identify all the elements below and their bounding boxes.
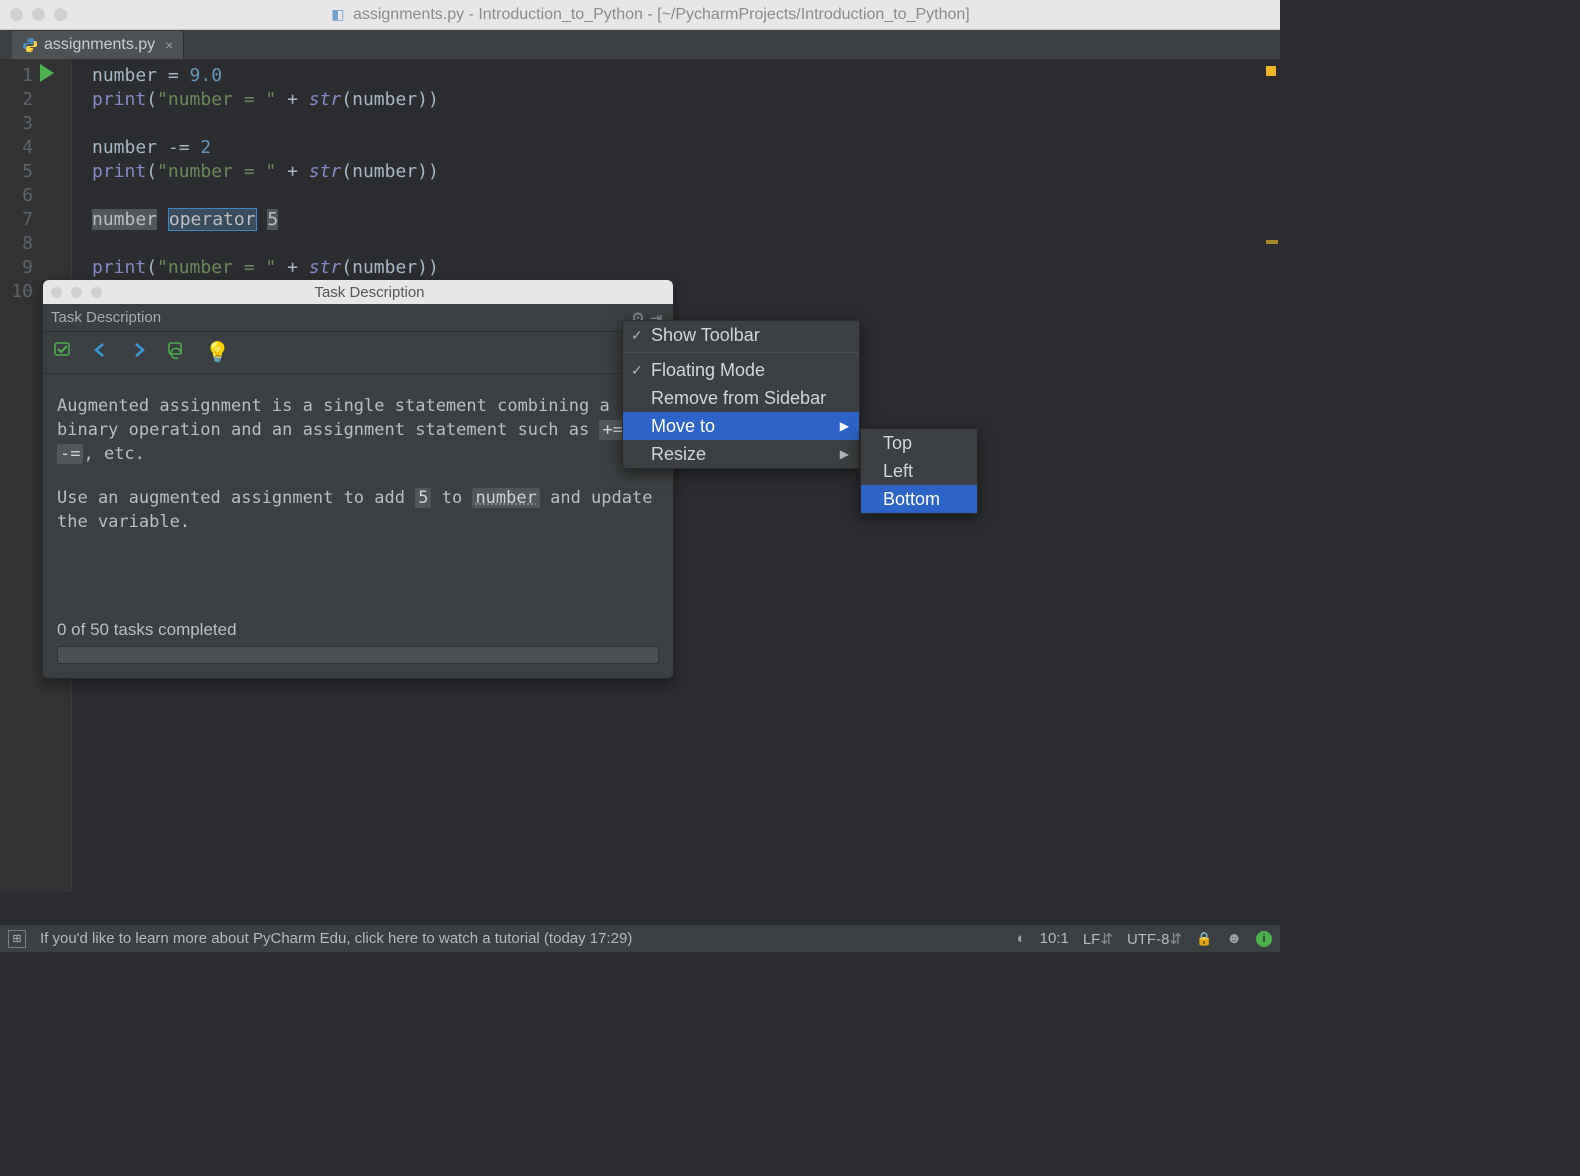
checkmark-icon: ✓ bbox=[631, 327, 643, 344]
tab-label: assignments.py bbox=[44, 36, 155, 54]
submenu-arrow-icon: ▶ bbox=[840, 419, 849, 433]
run-gutter-icon[interactable] bbox=[40, 64, 54, 82]
inspection-marker[interactable] bbox=[1266, 66, 1276, 76]
panel-min-icon[interactable] bbox=[71, 287, 82, 298]
panel-close-icon[interactable] bbox=[51, 287, 62, 298]
reset-task-icon[interactable] bbox=[167, 340, 187, 366]
progress-label: 0 of 50 tasks completed bbox=[57, 620, 659, 640]
tool-window-context-menu[interactable]: ✓ Show Toolbar ✓ Floating Mode Remove fr… bbox=[622, 320, 860, 469]
prev-task-icon[interactable] bbox=[91, 340, 111, 366]
close-window-icon[interactable] bbox=[10, 8, 23, 21]
task-panel-titlebar[interactable]: Task Description bbox=[43, 280, 673, 304]
window-title: ◧ assignments.py - Introduction_to_Pytho… bbox=[81, 6, 1280, 24]
status-tip[interactable]: If you'd like to learn more about PyChar… bbox=[40, 930, 632, 947]
panel-zoom-icon[interactable] bbox=[91, 287, 102, 298]
menu-floating-mode[interactable]: ✓ Floating Mode bbox=[623, 356, 859, 384]
submenu-left[interactable]: Left bbox=[861, 457, 977, 485]
python-file-icon: ◧ bbox=[331, 6, 344, 22]
task-toolbar: 💡 bbox=[43, 332, 673, 374]
move-to-submenu[interactable]: Top Left Bottom bbox=[860, 428, 978, 514]
panel-traffic-lights[interactable] bbox=[51, 287, 102, 298]
editor-tab-bar: assignments.py × bbox=[0, 30, 1280, 60]
placeholder-value[interactable]: 5 bbox=[267, 209, 278, 230]
submenu-top[interactable]: Top bbox=[861, 429, 977, 457]
status-line-sep[interactable]: LF⇵ bbox=[1083, 930, 1113, 948]
submenu-bottom[interactable]: Bottom bbox=[861, 485, 977, 513]
tab-assignments-py[interactable]: assignments.py × bbox=[12, 31, 184, 59]
inspector-icon[interactable]: ☻ bbox=[1226, 930, 1242, 947]
hint-icon[interactable]: 💡 bbox=[205, 340, 230, 365]
python-icon bbox=[22, 37, 38, 53]
task-footer: 0 of 50 tasks completed bbox=[43, 610, 673, 678]
status-ok-icon[interactable]: i bbox=[1256, 931, 1272, 947]
status-encoding[interactable]: UTF-8⇵ bbox=[1127, 930, 1182, 948]
menu-remove-sidebar[interactable]: Remove from Sidebar bbox=[623, 384, 859, 412]
toolwindow-toggle-icon[interactable]: ⊞ bbox=[8, 930, 26, 948]
menu-show-toolbar[interactable]: ✓ Show Toolbar bbox=[623, 321, 859, 349]
menu-separator bbox=[623, 352, 859, 353]
task-body: Augmented assignment is a single stateme… bbox=[43, 374, 673, 610]
close-tab-icon[interactable]: × bbox=[165, 37, 173, 53]
progress-bar bbox=[57, 646, 659, 664]
placeholder-operator[interactable]: operator bbox=[168, 208, 257, 231]
check-task-icon[interactable] bbox=[53, 340, 73, 366]
status-caret[interactable]: 10:1 bbox=[1040, 930, 1069, 947]
traffic-lights[interactable] bbox=[10, 8, 67, 21]
next-task-icon[interactable] bbox=[129, 340, 149, 366]
menu-move-to[interactable]: Move to ▶ bbox=[623, 412, 859, 440]
task-panel-header-label: Task Description bbox=[51, 309, 161, 326]
status-bar: ⊞ If you'd like to learn more about PyCh… bbox=[0, 924, 1280, 952]
task-panel-header: Task Description ⚙ ⇥ bbox=[43, 304, 673, 332]
minimize-window-icon[interactable] bbox=[32, 8, 45, 21]
status-spinner-icon: ◐ bbox=[1017, 930, 1026, 947]
placeholder-number[interactable]: number bbox=[92, 209, 157, 230]
zoom-window-icon[interactable] bbox=[54, 8, 67, 21]
window-titlebar: ◧ assignments.py - Introduction_to_Pytho… bbox=[0, 0, 1280, 30]
menu-resize[interactable]: Resize ▶ bbox=[623, 440, 859, 468]
checkmark-icon: ✓ bbox=[631, 362, 643, 379]
task-description-panel[interactable]: Task Description Task Description ⚙ ⇥ 💡 … bbox=[42, 279, 674, 679]
warning-stripe[interactable] bbox=[1266, 240, 1278, 244]
submenu-arrow-icon: ▶ bbox=[840, 447, 849, 461]
readonly-lock-icon[interactable]: 🔒 bbox=[1196, 931, 1212, 947]
